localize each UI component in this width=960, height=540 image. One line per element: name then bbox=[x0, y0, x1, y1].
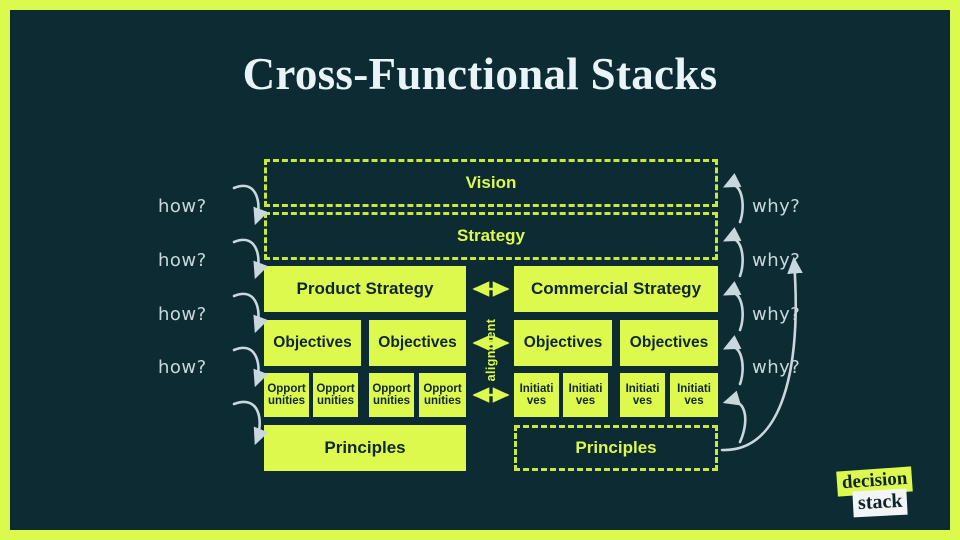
cross-functional-stacks-diagram: Vision Strategy Product Strategy Objecti… bbox=[10, 10, 950, 530]
principles-label: Principles bbox=[575, 438, 657, 458]
opportunities-box-2[interactable]: Opport unities bbox=[313, 373, 358, 417]
alignment-label: alignment bbox=[484, 318, 498, 382]
slide-canvas: Cross-Functional Stacks Vision Strategy … bbox=[10, 10, 950, 530]
left-objectives-box-1[interactable]: Objectives bbox=[264, 320, 361, 366]
opportunities-box-4[interactable]: Opport unities bbox=[419, 373, 466, 417]
initiatives-label-line1: Initiati bbox=[677, 382, 711, 395]
why-label-1: why? bbox=[752, 196, 801, 217]
why-label-2: why? bbox=[752, 250, 801, 271]
opportunities-label-line1: Opport bbox=[316, 382, 355, 395]
opportunities-label-line2: unities bbox=[423, 395, 462, 407]
why-arrows bbox=[722, 172, 747, 444]
opportunities-box-3[interactable]: Opport unities bbox=[369, 373, 414, 417]
initiatives-label-line2: ves bbox=[684, 395, 704, 407]
initiatives-label-line1: Initiati bbox=[568, 382, 603, 395]
how-label-3: how? bbox=[158, 304, 207, 325]
opportunities-label-line1: Opport bbox=[267, 382, 306, 395]
opportunities-label-line1: Opport bbox=[423, 382, 462, 395]
opportunities-label-line1: Opport bbox=[372, 382, 411, 395]
product-strategy-box[interactable]: Product Strategy bbox=[264, 266, 466, 312]
initiatives-box-1[interactable]: Initiati ves bbox=[514, 373, 559, 417]
commercial-strategy-label: Commercial Strategy bbox=[530, 279, 702, 299]
initiatives-box-4[interactable]: Initiati ves bbox=[670, 373, 718, 417]
initiatives-label-line2: ves bbox=[526, 395, 547, 407]
initiatives-label-line1: Initiati bbox=[519, 382, 554, 395]
opportunities-label-line2: unities bbox=[316, 395, 355, 407]
strategy-box[interactable]: Strategy bbox=[264, 212, 718, 260]
commercial-strategy-box[interactable]: Commercial Strategy bbox=[514, 266, 718, 312]
how-label-2: how? bbox=[158, 250, 207, 271]
objectives-label: Objectives bbox=[273, 333, 352, 351]
opportunities-label-line2: unities bbox=[267, 395, 306, 407]
initiatives-label-line2: ves bbox=[632, 395, 653, 407]
why-label-3: why? bbox=[752, 304, 801, 325]
opportunities-box-1[interactable]: Opport unities bbox=[264, 373, 309, 417]
initiatives-box-2[interactable]: Initiati ves bbox=[563, 373, 608, 417]
left-principles-box[interactable]: Principles bbox=[264, 425, 466, 471]
objectives-label: Objectives bbox=[378, 333, 457, 351]
how-label-1: how? bbox=[158, 196, 207, 217]
opportunities-label-line2: unities bbox=[372, 395, 411, 407]
logo-line-stack: stack bbox=[852, 488, 909, 518]
how-label-4: how? bbox=[158, 357, 207, 378]
vision-box[interactable]: Vision bbox=[264, 159, 718, 207]
arrows-overlay bbox=[232, 172, 803, 452]
product-strategy-label: Product Strategy bbox=[296, 279, 434, 299]
left-objectives-box-2[interactable]: Objectives bbox=[369, 320, 466, 366]
right-objectives-box-1[interactable]: Objectives bbox=[514, 320, 612, 366]
objectives-label: Objectives bbox=[629, 333, 709, 351]
initiatives-label-line2: ves bbox=[575, 395, 596, 407]
strategy-label: Strategy bbox=[456, 226, 526, 246]
principles-label: Principles bbox=[324, 438, 406, 458]
initiatives-box-3[interactable]: Initiati ves bbox=[620, 373, 665, 417]
initiatives-label-line1: Initiati bbox=[625, 382, 660, 395]
principles-to-strategy-arrow bbox=[720, 256, 803, 452]
how-arrows bbox=[232, 184, 269, 446]
right-objectives-box-2[interactable]: Objectives bbox=[620, 320, 718, 366]
why-label-4: why? bbox=[752, 357, 801, 378]
objectives-label: Objectives bbox=[523, 333, 603, 351]
right-principles-box[interactable]: Principles bbox=[514, 425, 718, 471]
vision-label: Vision bbox=[465, 173, 517, 193]
decision-stack-logo[interactable]: decision stack bbox=[836, 465, 937, 523]
